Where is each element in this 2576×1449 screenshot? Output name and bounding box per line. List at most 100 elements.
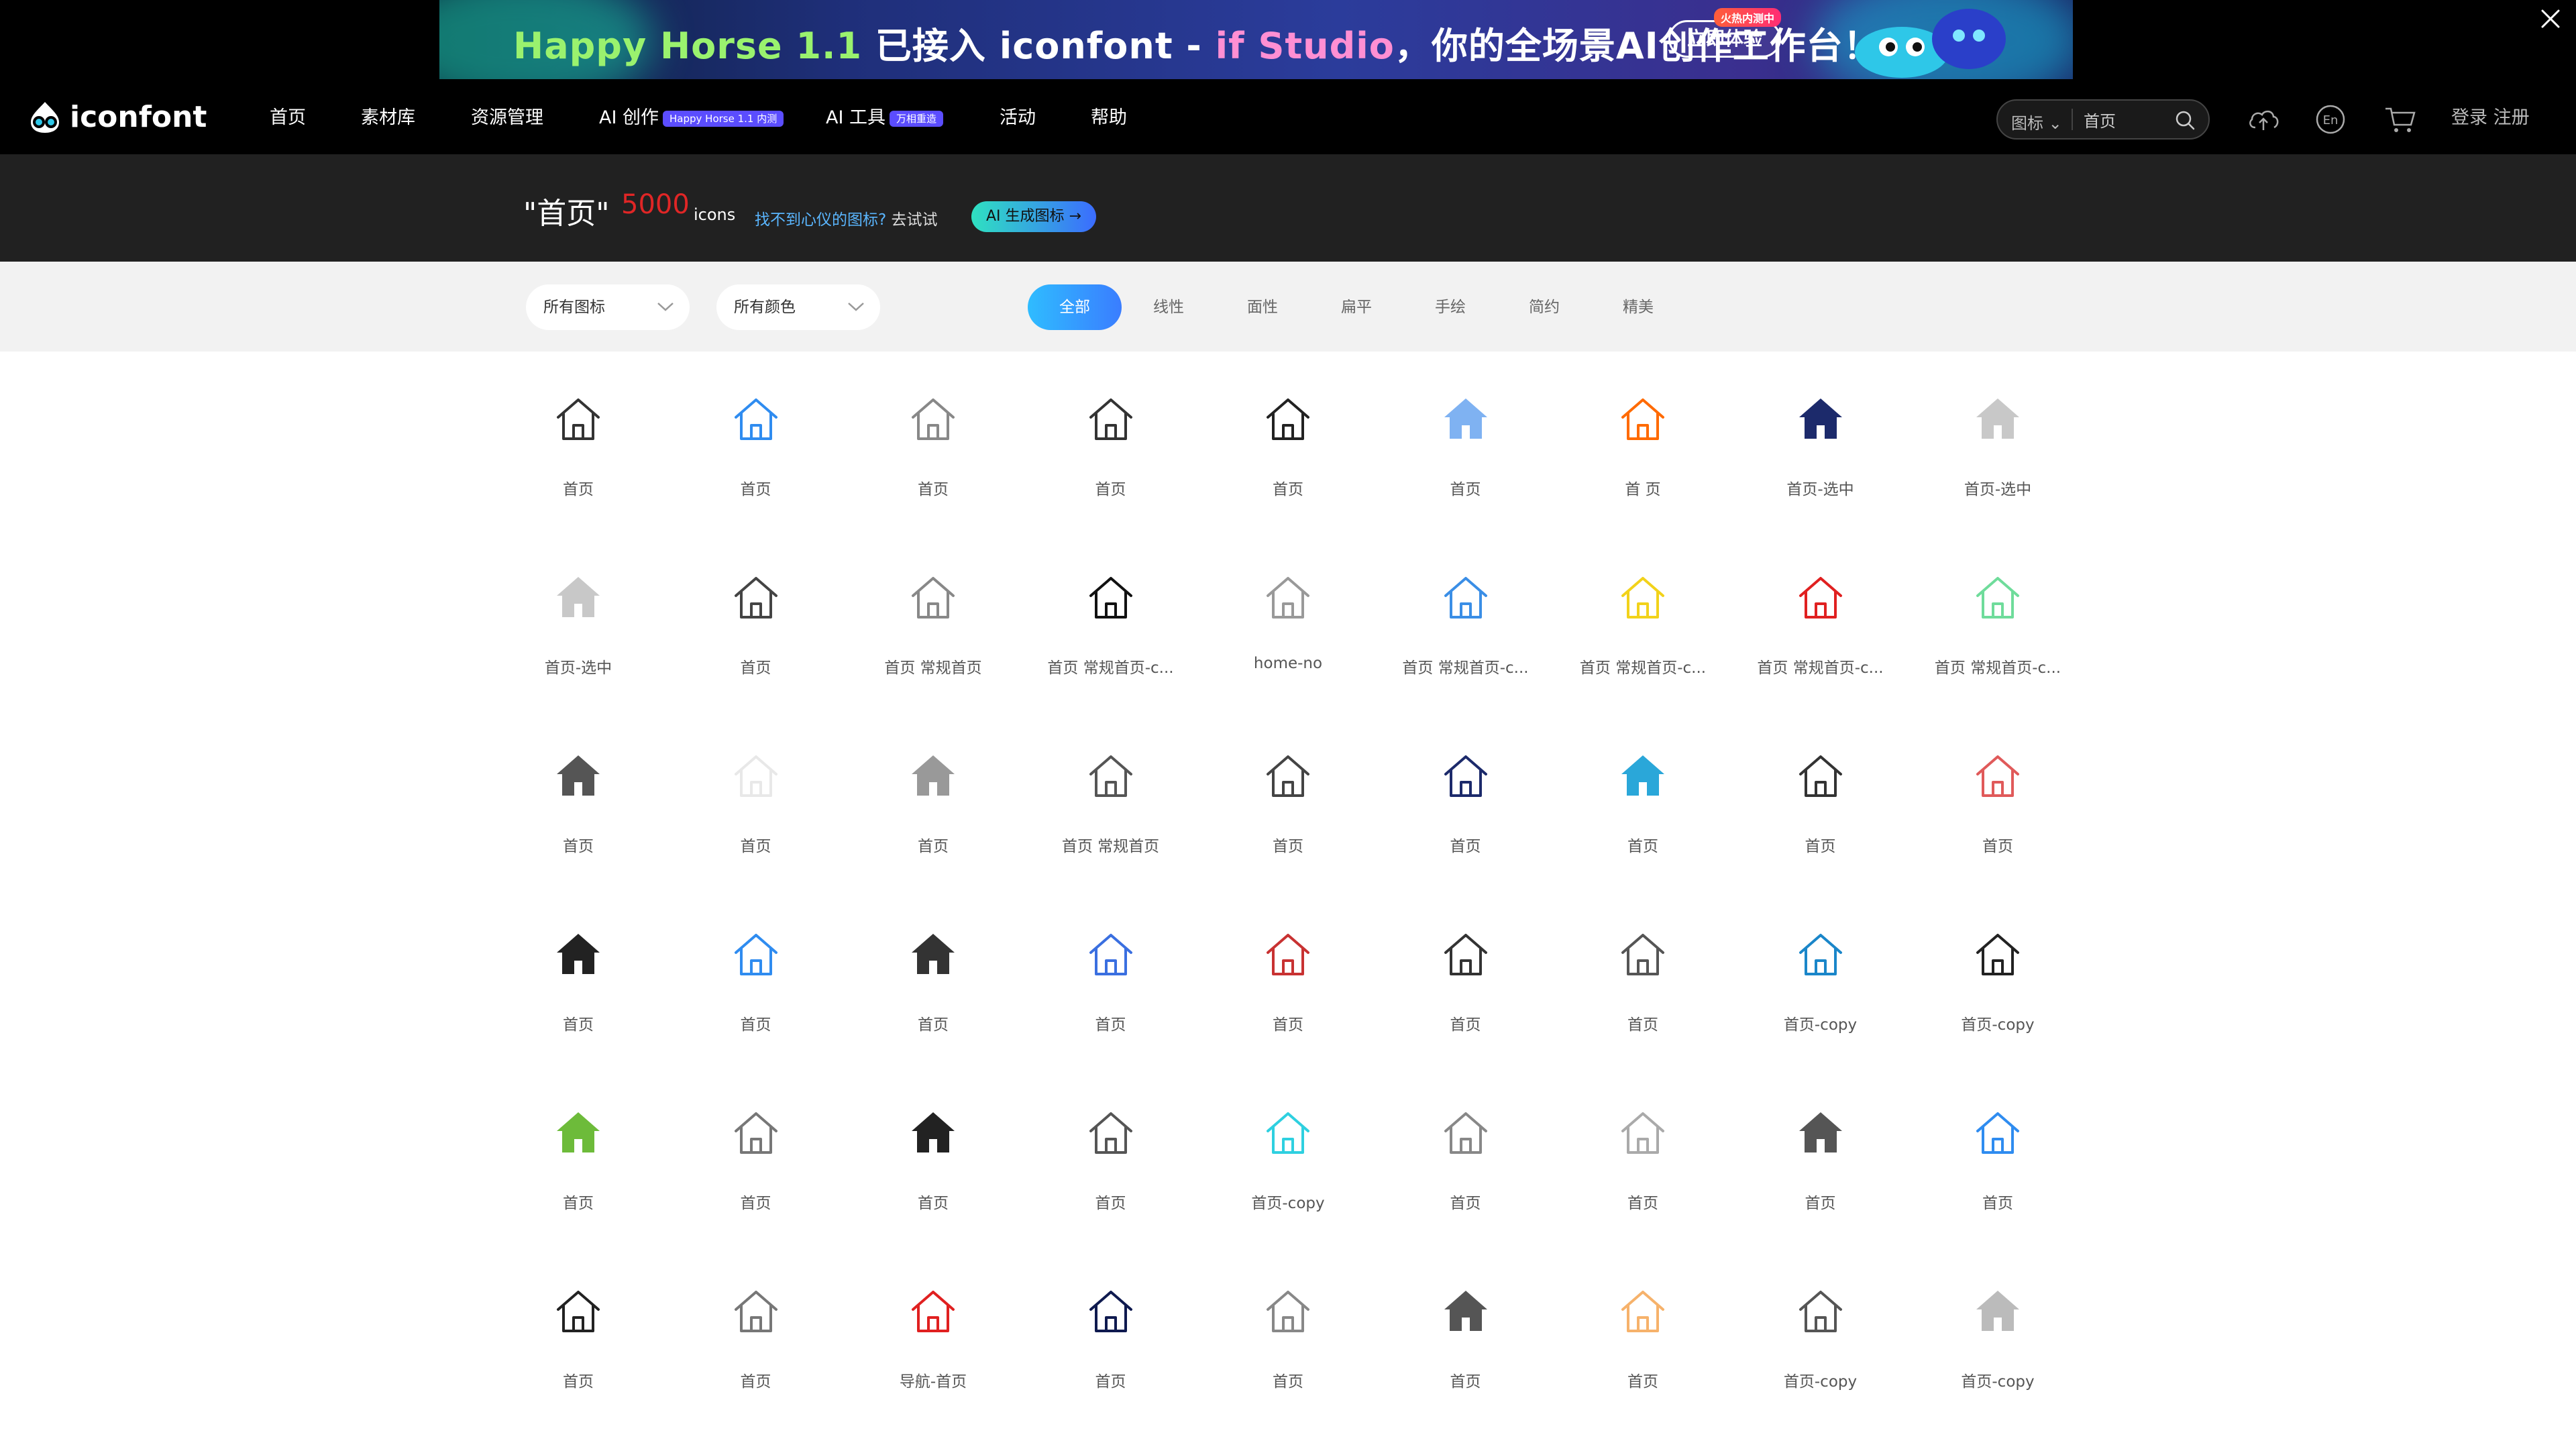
icon-card[interactable]: 首页 [1379, 352, 1553, 498]
icon-card[interactable]: home-no [1201, 530, 1375, 672]
tab-style-2[interactable]: 面性 [1216, 284, 1309, 330]
nav-item-help[interactable]: 帮助 [1091, 105, 1127, 131]
icon-card[interactable]: 首页 [1201, 352, 1375, 498]
icon-label: 首页 [1982, 838, 2013, 855]
icon-card[interactable]: 首页 [669, 708, 843, 855]
home-icon [734, 755, 777, 797]
icon-card[interactable]: 首页 常规首页-c... [1379, 530, 1553, 677]
search-type-select[interactable]: 图标 ⌄ [2011, 110, 2062, 133]
icon-card[interactable]: 首页 [1556, 887, 1730, 1034]
icon-card[interactable]: 首页 [1911, 708, 2085, 855]
icon-card[interactable]: 首页 [491, 708, 665, 855]
tab-style-1[interactable]: 线性 [1122, 284, 1216, 330]
icon-card[interactable]: 首页 常规首页-c... [1733, 530, 1908, 677]
icon-card[interactable]: 首页 [846, 887, 1020, 1034]
home-icon [1976, 1291, 2019, 1331]
icon-card[interactable]: 首页 [1024, 1244, 1198, 1391]
icon-card[interactable]: 首页 常规首页 [1024, 708, 1198, 855]
icon-card[interactable]: 首页 [1201, 887, 1375, 1034]
icon-card[interactable]: 首页 [669, 887, 843, 1034]
language-en-icon[interactable]: En [2313, 102, 2348, 137]
icon-card[interactable]: 首页 [491, 1244, 665, 1391]
nav-tag: 万相重造 [890, 110, 944, 127]
tab-style-0[interactable]: 全部 [1028, 284, 1122, 330]
home-icon [1267, 398, 1309, 440]
icon-card[interactable]: 首页-copy [1733, 887, 1908, 1034]
icon-card[interactable]: 首页 [1024, 887, 1198, 1034]
icon-card[interactable]: 首页 [1911, 1065, 2085, 1212]
search-input[interactable] [2084, 107, 2184, 131]
icon-card[interactable]: 首页 [1201, 708, 1375, 855]
icon-card[interactable]: 首页 [1201, 1244, 1375, 1391]
icon-card[interactable]: 首页 [1556, 708, 1730, 855]
icon-card[interactable]: 首页-选中 [491, 530, 665, 677]
icon-label: 首页-copy [1783, 1016, 1858, 1034]
icon-label: 首页 [1095, 1195, 1126, 1212]
icon-card[interactable]: 首页 [669, 1065, 843, 1212]
search-icon[interactable] [2174, 109, 2196, 131]
icon-card[interactable]: 首页-选中 [1733, 352, 1908, 498]
icon-card[interactable]: 首页-copy [1733, 1244, 1908, 1391]
icon-card[interactable]: 首页-copy [1911, 887, 2085, 1034]
icon-card[interactable]: 首页 [1733, 708, 1908, 855]
nav-item-ai-create[interactable]: AI 创作 Happy Horse 1.1 内测 [599, 105, 784, 131]
icon-card[interactable]: 首页-选中 [1911, 352, 2085, 498]
ai-hint-link[interactable]: 找不到心仪的图标? [755, 211, 886, 229]
tab-style-4[interactable]: 手绘 [1403, 284, 1497, 330]
banner-image[interactable]: Happy Horse 1.1 已接入 iconfont - if Studio… [439, 0, 2073, 79]
icon-card[interactable]: 首页 [491, 887, 665, 1034]
icon-card[interactable]: 首页 [1556, 1244, 1730, 1391]
nav-item-ai-tools[interactable]: AI 工具 万相重造 [826, 105, 944, 131]
nav-label: 首页 [270, 107, 306, 128]
home-icon [557, 1112, 600, 1152]
icon-card[interactable]: 首页 [491, 352, 665, 498]
close-icon[interactable] [2537, 5, 2564, 32]
home-icon [1267, 1291, 1309, 1332]
nav-item-events[interactable]: 活动 [1000, 105, 1036, 131]
icon-card[interactable]: 首 页 [1556, 352, 1730, 498]
icon-card[interactable]: 首页 [491, 1065, 665, 1212]
ai-generate-icon-button[interactable]: AI 生成图标 → [971, 201, 1096, 232]
home-icon [1976, 755, 2019, 797]
home-icon [1799, 577, 1842, 619]
icon-label: 首页 常规首页-c... [1757, 659, 1884, 677]
icon-card[interactable]: 首页-copy [1201, 1065, 1375, 1212]
icon-card[interactable]: 首页 [1379, 887, 1553, 1034]
tab-style-5[interactable]: 简约 [1497, 284, 1591, 330]
icon-card[interactable]: 首页 [846, 352, 1020, 498]
icon-card[interactable]: 首页 [1024, 352, 1198, 498]
tab-style-6[interactable]: 精美 [1591, 284, 1685, 330]
icon-card[interactable]: 首页 常规首页 [846, 530, 1020, 677]
promo-banner[interactable]: Happy Horse 1.1 已接入 iconfont - if Studio… [0, 0, 2576, 79]
upload-cloud-icon[interactable] [2246, 102, 2281, 137]
color-select[interactable]: 所有颜色 [716, 284, 880, 330]
nav-item-home[interactable]: 首页 [270, 105, 306, 131]
icon-label: 首页 [1805, 1195, 1836, 1212]
logo[interactable]: iconfont [25, 98, 207, 136]
home-icon [912, 934, 955, 974]
icon-card[interactable]: 首页 [669, 530, 843, 677]
icon-card[interactable]: 首页 [1733, 1065, 1908, 1212]
icon-type-select[interactable]: 所有图标 [526, 284, 690, 330]
icon-card[interactable]: 首页 [1379, 708, 1553, 855]
icon-card[interactable]: 首页 常规首页-c... [1556, 530, 1730, 677]
icon-card[interactable]: 首页 常规首页-c... [1024, 530, 1198, 677]
login-register-link[interactable]: 登录 注册 [2451, 105, 2530, 131]
nav-item-library[interactable]: 素材库 [361, 105, 415, 131]
icon-card[interactable]: 首页 [1379, 1244, 1553, 1391]
icon-card[interactable]: 首页 [1024, 1065, 1198, 1212]
icon-card[interactable]: 首页 常规首页-c... [1911, 530, 2085, 677]
tab-style-3[interactable]: 扁平 [1309, 284, 1403, 330]
icon-card[interactable]: 首页 [1556, 1065, 1730, 1212]
ai-hint: 找不到心仪的图标? 去试试 [755, 207, 938, 229]
icon-card[interactable]: 首页 [1379, 1065, 1553, 1212]
icon-card[interactable]: 首页 [846, 708, 1020, 855]
icon-card[interactable]: 首页-copy [1911, 1244, 2085, 1391]
icon-label: 首页 [563, 481, 594, 498]
icon-card[interactable]: 首页 [669, 1244, 843, 1391]
nav-item-resources[interactable]: 资源管理 [471, 105, 543, 131]
cart-icon[interactable] [2383, 102, 2418, 137]
icon-card[interactable]: 首页 [669, 352, 843, 498]
icon-card[interactable]: 首页 [846, 1065, 1020, 1212]
icon-card[interactable]: 导航-首页 [846, 1244, 1020, 1391]
